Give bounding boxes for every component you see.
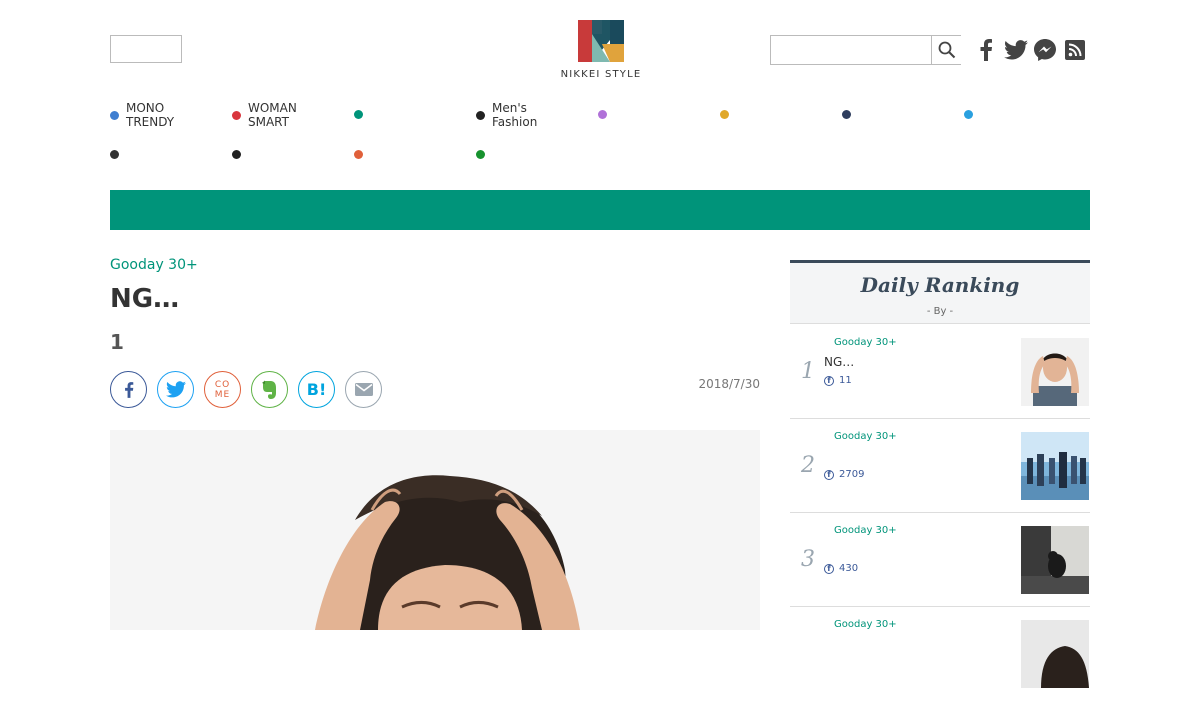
nav-label: MONO (126, 101, 165, 115)
article-category[interactable]: Gooday 30+ (110, 257, 198, 273)
nav-dot (598, 110, 607, 119)
nav-dot (720, 110, 729, 119)
nav-item-3[interactable] (354, 110, 370, 119)
nav-label: Fashion (492, 115, 538, 129)
ranking-fb-count: f 2709 (824, 469, 864, 480)
ranking-by: - By - (926, 306, 954, 317)
nav-item-10[interactable] (232, 150, 248, 159)
ranking-category[interactable]: Gooday 30+ (834, 525, 897, 536)
thumbnail-sad-person (1021, 526, 1089, 594)
evernote-icon (261, 380, 276, 399)
search-icon (938, 41, 955, 59)
nav-item-woman-smart[interactable]: WOMAN SMART (232, 101, 297, 129)
rss-link[interactable] (1063, 38, 1087, 62)
nav-dot (354, 150, 363, 159)
article-hero-image (110, 430, 760, 630)
ranking-thumbnail[interactable] (1021, 526, 1089, 594)
ranking-item[interactable]: 2 Gooday 30+ f 2709 (790, 419, 1090, 513)
nav-item-mono-trendy[interactable]: MONO TRENDY (110, 101, 174, 129)
nav-dot (476, 110, 485, 120)
search-box (770, 35, 961, 65)
share-hatena-button[interactable]: B! (298, 371, 335, 408)
share-mail-button[interactable] (345, 371, 382, 408)
article-title: NG… (110, 284, 180, 314)
nav-item-7[interactable] (842, 110, 858, 119)
nav-dot (964, 110, 973, 119)
thumbnail-business-crowd (1021, 432, 1089, 500)
facebook-icon: f (824, 563, 834, 574)
ranking-number: 2 (801, 453, 815, 478)
ranking-category[interactable]: Gooday 30+ (834, 431, 897, 442)
nav-dot (232, 150, 241, 159)
article-date: 2018/7/30 (698, 377, 760, 391)
mail-icon (354, 383, 373, 396)
ranking-thumbnail[interactable] (1021, 620, 1089, 688)
fb-count-value: 11 (839, 375, 852, 386)
facebook-icon (124, 381, 133, 398)
nav-label: Men's (492, 101, 527, 115)
nav-label: WOMAN (248, 101, 297, 115)
rss-icon (1065, 40, 1085, 60)
twitter-icon (1004, 40, 1028, 60)
ranking-thumbnail[interactable] (1021, 338, 1089, 406)
come-icon: COME (214, 379, 231, 400)
stressed-man-illustration (110, 430, 760, 630)
facebook-icon: f (824, 469, 834, 480)
ranking-item[interactable]: 3 Gooday 30+ f 430 (790, 513, 1090, 607)
nav-label: TRENDY (126, 115, 175, 129)
nav-dot (232, 110, 241, 120)
logo-text: NIKKEI STYLE (560, 69, 642, 80)
header-left-box[interactable] (110, 35, 182, 63)
share-evernote-button[interactable] (251, 371, 288, 408)
ranking-fb-count: f 430 (824, 563, 858, 574)
search-input[interactable] (771, 36, 931, 64)
hatena-icon: B! (306, 380, 327, 399)
nav-item-12[interactable] (476, 150, 492, 159)
ranking-category[interactable]: Gooday 30+ (834, 337, 897, 348)
nav-label: SMART (248, 115, 289, 129)
ranking-item-title[interactable]: NG… (824, 355, 854, 369)
ranking-item[interactable]: Gooday 30+ (790, 607, 1090, 701)
facebook-icon: f (824, 375, 834, 386)
ranking-header: Daily Ranking - By - (790, 260, 1090, 324)
thumbnail-partial (1021, 620, 1089, 688)
nav-dot (110, 110, 119, 120)
ranking-title: Daily Ranking (860, 273, 1020, 297)
nav-item-11[interactable] (354, 150, 370, 159)
share-facebook-button[interactable] (110, 371, 147, 408)
messenger-icon (1034, 39, 1056, 61)
nikkei-style-logo[interactable] (578, 20, 624, 62)
ranking-fb-count: f 11 (824, 375, 852, 386)
nav-item-9[interactable] (110, 150, 126, 159)
ranking-category[interactable]: Gooday 30+ (834, 619, 897, 630)
facebook-icon (980, 39, 992, 61)
nav-dot (110, 150, 119, 159)
nav-dot (354, 110, 363, 119)
nav-dot (842, 110, 851, 119)
nav-item-6[interactable] (720, 110, 736, 119)
nav-dot (476, 150, 485, 159)
ranking-item[interactable]: 1 Gooday 30+ NG… f 11 (790, 325, 1090, 419)
twitter-link[interactable] (1004, 38, 1028, 62)
twitter-icon (165, 381, 186, 398)
share-twitter-button[interactable] (157, 371, 194, 408)
article-subtitle: 1 (110, 330, 124, 354)
nav-item-5[interactable] (598, 110, 614, 119)
messenger-link[interactable] (1033, 38, 1057, 62)
thumbnail-stressed-man (1021, 338, 1089, 406)
search-button[interactable] (931, 36, 961, 64)
fb-count-value: 2709 (839, 469, 865, 480)
ranking-number: 3 (801, 547, 815, 572)
share-come-button[interactable]: COME (204, 371, 241, 408)
fb-count-value: 430 (839, 563, 859, 574)
section-banner (110, 190, 1090, 230)
facebook-link[interactable] (974, 38, 998, 62)
nav-item-mens-fashion[interactable]: Men's Fashion (476, 101, 537, 129)
nav-item-8[interactable] (964, 110, 980, 119)
ranking-number: 1 (801, 359, 815, 384)
ranking-thumbnail[interactable] (1021, 432, 1089, 500)
